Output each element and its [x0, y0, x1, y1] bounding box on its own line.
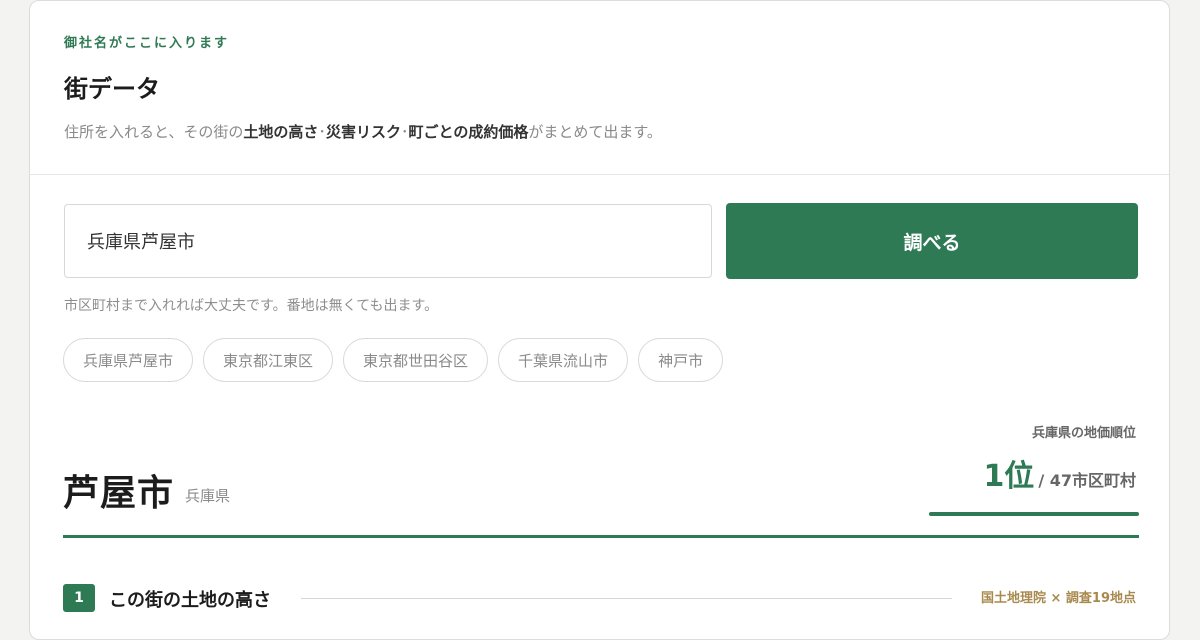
search-button[interactable]: 調べる: [726, 203, 1138, 279]
rank-value: 1位/ 47市区町村: [983, 451, 1136, 495]
main-card: 御社名がここに入ります 街データ 住所を入れると、その街の土地の高さ･災害リスク…: [29, 0, 1170, 640]
section-source: 国土地理院 × 調査19地点: [980, 591, 1136, 606]
suggestion-chip[interactable]: 神戸市: [638, 338, 724, 382]
search-hint: 市区町村まで入れれば大丈夫です。番地は無くても出ます。: [64, 298, 439, 314]
result-divider: [63, 535, 1139, 538]
city-name: 芦屋市: [63, 473, 175, 514]
rank-number: 1位: [983, 459, 1035, 494]
page-description: 住所を入れると、その街の土地の高さ･災害リスク･町ごとの成約価格がまとめて出ます…: [64, 123, 662, 141]
section-rule: [301, 598, 952, 599]
suggestion-chip[interactable]: 兵庫県芦屋市: [63, 338, 194, 382]
address-search-input[interactable]: [64, 204, 712, 278]
rank-label: 兵庫県の地価順位: [1031, 426, 1136, 441]
suggestion-chip[interactable]: 千葉県流山市: [498, 338, 629, 382]
page-title: 街データ: [64, 75, 160, 103]
prefecture-name: 兵庫県: [185, 487, 231, 505]
suggestion-chip[interactable]: 東京都江東区: [203, 338, 334, 382]
company-name: 御社名がここに入ります: [64, 36, 230, 51]
section-number-badge: 1: [63, 584, 95, 612]
section-title: この街の土地の高さ: [109, 590, 271, 611]
rank-total: / 47市区町村: [1038, 471, 1136, 490]
rank-bar: [929, 512, 1139, 516]
suggestion-chip[interactable]: 東京都世田谷区: [343, 338, 489, 382]
header-divider: [30, 174, 1169, 175]
suggestion-chips: 兵庫県芦屋市 東京都江東区 東京都世田谷区 千葉県流山市 神戸市: [63, 338, 724, 382]
